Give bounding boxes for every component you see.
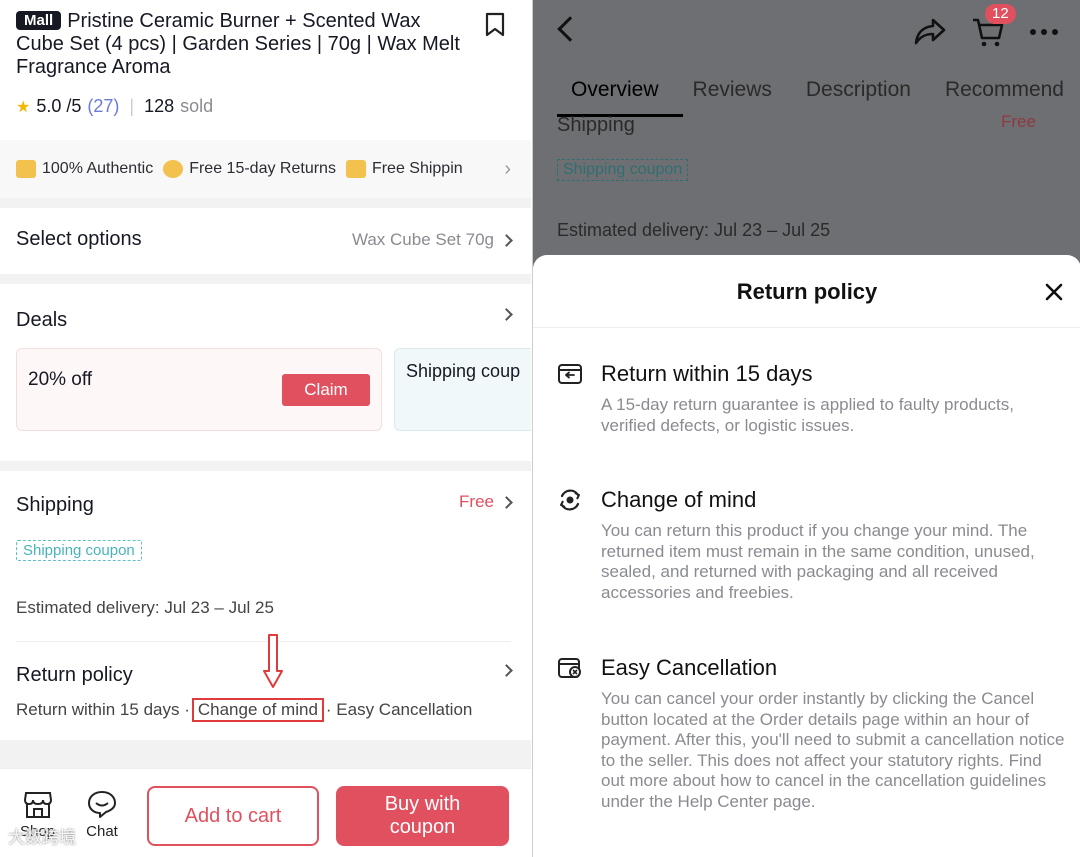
policy-return-15-days: Return within 15 days A 15-day return gu… <box>557 361 1067 436</box>
policy-easy-cancellation: Easy Cancellation You can cancel your or… <box>557 655 1067 812</box>
bg-shipping-price: Free <box>1001 112 1036 131</box>
bg-shipping-coupon: Shipping coupon <box>557 159 689 181</box>
shipping-label: Shipping <box>16 494 94 516</box>
bottom-action-bar: Shop Chat Add to cart Buy with coupon <box>0 768 531 857</box>
policy-description: You can return this product if you chang… <box>601 521 1035 602</box>
return-box-icon <box>558 364 582 384</box>
feature-label: Free Shippin <box>371 160 463 177</box>
chevron-right-icon <box>500 495 513 509</box>
product-detail-screen: Mall Pristine Ceramic Burner + Scented Wa… <box>0 0 531 857</box>
share-icon[interactable] <box>913 16 947 46</box>
deals-label: Deals <box>16 309 68 331</box>
return-summary-item: Return within 15 days · <box>16 700 190 719</box>
sold-label: sold <box>180 96 214 116</box>
feature-authentic: 100% Authentic <box>16 160 153 178</box>
section-divider <box>0 461 531 471</box>
chevron-right-icon <box>500 664 513 677</box>
tab-bar: Overview Reviews Description Recommend <box>571 78 1064 102</box>
close-icon[interactable] <box>1043 281 1065 303</box>
buy-line1: Buy with <box>384 793 461 815</box>
policy-description: A 15-day return guarantee is applied to … <box>601 395 1014 435</box>
cart-count-badge: 12 <box>985 4 1016 24</box>
estimated-delivery: Estimated delivery: Jul 23 – Jul 25 <box>16 598 274 617</box>
policy-title: Change of mind <box>601 487 757 512</box>
deal-card-discount: 20% off Claim <box>16 348 382 431</box>
feature-shipping: Free Shippin <box>345 160 463 178</box>
tab-description[interactable]: Description <box>806 78 911 102</box>
cancel-order-icon <box>558 658 581 678</box>
watermark: 大数跨境 <box>8 828 76 847</box>
product-title-row: Mall Pristine Ceramic Burner + Scented Wa… <box>16 10 466 79</box>
deal-text: Shipping coup <box>406 361 521 381</box>
change-of-mind-highlight: Change of mind <box>191 698 324 722</box>
rating-row[interactable]: ★ 5.0 /5 (27) | 128 sold <box>16 96 213 117</box>
truck-icon <box>345 160 366 178</box>
return-policy-more[interactable] <box>500 664 513 677</box>
sheet-divider <box>533 327 1080 328</box>
chat-button[interactable]: Chat <box>86 789 118 840</box>
feature-strip[interactable]: 100% Authentic Free 15-day Returns Free … <box>0 140 531 198</box>
chat-label: Chat <box>86 823 118 840</box>
deal-card-shipping[interactable]: Shipping coup <box>394 348 531 431</box>
section-divider <box>0 740 531 768</box>
policy-title: Easy Cancellation <box>601 655 778 680</box>
more-icon[interactable] <box>1029 28 1059 36</box>
return-policy-sheet: Return policy Return within 15 days A 15… <box>533 255 1080 857</box>
annotation-arrow-icon <box>263 634 283 688</box>
sheet-title: Return policy <box>736 279 878 304</box>
section-divider <box>0 274 531 284</box>
add-to-cart-button[interactable]: Add to cart <box>147 786 319 846</box>
policy-description: You can cancel your order instantly by c… <box>601 689 1065 811</box>
feature-returns: Free 15-day Returns <box>163 160 336 178</box>
chevron-right-icon: › <box>504 158 511 180</box>
change-of-mind-icon <box>560 489 580 511</box>
authentic-icon <box>16 160 36 178</box>
mall-badge: Mall <box>16 11 62 30</box>
shipping-price: Free <box>459 492 494 511</box>
return-policy-screen: 12 Overview Reviews Description Recommen… <box>532 0 1080 857</box>
bookmark-icon[interactable] <box>484 12 506 38</box>
chevron-right-icon <box>500 308 513 321</box>
bg-shipping-label: Shipping <box>557 114 635 136</box>
chevron-right-icon <box>500 233 513 247</box>
returns-icon <box>163 160 184 178</box>
tab-recommend[interactable]: Recommend <box>945 78 1064 102</box>
buy-with-coupon-button[interactable]: Buy with coupon <box>336 786 509 846</box>
buy-line2: coupon <box>389 816 456 838</box>
select-options-value: Wax Cube Set 70g <box>351 230 494 249</box>
shipping-price-row[interactable]: Free <box>459 492 513 512</box>
divider: | <box>129 96 135 116</box>
back-icon[interactable] <box>557 16 583 42</box>
return-policy-summary[interactable]: Return within 15 days · Change of mind ·… <box>16 698 472 722</box>
deal-text: 20% off <box>28 369 93 390</box>
chat-icon <box>88 791 116 818</box>
policy-title: Return within 15 days <box>601 361 813 386</box>
select-options-label[interactable]: Select options <box>16 228 142 251</box>
feature-label: 100% Authentic <box>42 160 154 177</box>
product-title: Pristine Ceramic Burner + Scented Wax Cu… <box>16 10 460 78</box>
return-summary-item: · Easy Cancellation <box>325 700 473 719</box>
tab-overview[interactable]: Overview <box>571 78 659 102</box>
shop-icon <box>23 792 52 818</box>
shipping-coupon-tag: Shipping coupon <box>16 540 142 561</box>
sold-count: 128 <box>144 96 175 116</box>
return-policy-label[interactable]: Return policy <box>16 664 133 687</box>
dimmed-background[interactable]: 12 Overview Reviews Description Recommen… <box>533 0 1080 270</box>
section-divider <box>0 198 531 208</box>
rating-value: 5.0 /5 <box>36 96 82 116</box>
policy-change-of-mind: Change of mind You can return this produ… <box>557 487 1067 603</box>
tab-reviews[interactable]: Reviews <box>693 78 772 102</box>
rating-count: (27) <box>87 96 120 116</box>
star-icon: ★ <box>16 98 31 116</box>
feature-label: Free 15-day Returns <box>189 160 336 177</box>
select-options-value-row[interactable]: Wax Cube Set 70g <box>351 230 513 250</box>
bg-estimated-delivery: Estimated delivery: Jul 23 – Jul 25 <box>557 220 831 240</box>
deals-more[interactable] <box>500 308 513 321</box>
claim-button[interactable]: Claim <box>282 374 370 406</box>
